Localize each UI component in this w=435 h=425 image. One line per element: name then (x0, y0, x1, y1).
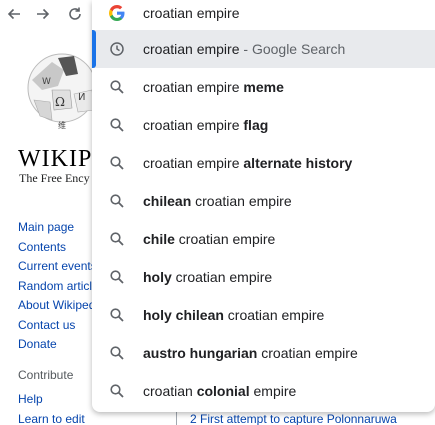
suggestion-item[interactable]: croatian empire alternate history (92, 144, 435, 182)
search-icon (110, 384, 124, 398)
suggestion-item[interactable]: austro hungarian croatian empire (92, 334, 435, 372)
wikipedia-tagline: The Free Ency (19, 171, 90, 185)
suggestion-pre: croatian empire (143, 155, 244, 171)
suggestion-item[interactable]: croatian empire meme (92, 68, 435, 106)
suggestion-suffix: - Google Search (239, 41, 346, 57)
suggestion-pre: croatian empire (143, 117, 244, 133)
svg-text:W: W (42, 77, 51, 87)
search-icon (110, 80, 124, 94)
suggestion-text: croatian empire alternate history (143, 155, 352, 171)
suggestion-text: croatian empire meme (143, 79, 284, 95)
suggestion-post: croatian empire (143, 41, 240, 57)
toc-item[interactable]: 2 First attempt to capture Polonnaruwa (190, 412, 397, 425)
suggestion-pre: croatian (143, 383, 197, 399)
search-icon (110, 346, 124, 360)
search-icon (110, 156, 124, 170)
search-icon (110, 194, 124, 208)
suggestion-item[interactable]: holy croatian empire (92, 258, 435, 296)
back-button[interactable] (3, 3, 25, 25)
suggestion-text: croatian colonial empire (143, 383, 296, 399)
wiki-contribute-nav: Help Learn to edit (18, 390, 85, 425)
suggestion-text: holy croatian empire (143, 269, 272, 285)
suggestion-bold: holy chilean (143, 307, 224, 323)
suggestion-bold: holy (143, 269, 172, 285)
nav-help[interactable]: Help (18, 390, 85, 410)
suggestion-post: croatian empire (223, 307, 325, 323)
suggestion-text: chilean croatian empire (143, 193, 292, 209)
reload-button[interactable] (64, 3, 86, 25)
svg-text:Ω: Ω (55, 95, 65, 109)
suggestion-post: croatian empire (171, 269, 273, 285)
suggestion-text: holy chilean croatian empire (143, 307, 324, 323)
suggestion-item[interactable]: croatian empire - Google Search (92, 30, 435, 68)
suggestion-bold: chilean (143, 193, 192, 209)
svg-text:И: И (78, 92, 85, 103)
back-arrow-icon (7, 8, 20, 20)
suggestion-post: croatian empire (174, 231, 276, 247)
suggestion-list: croatian empire - Google Search croatian … (92, 30, 435, 410)
history-icon (110, 42, 124, 56)
contribute-heading: Contribute (18, 368, 74, 382)
suggestion-item[interactable]: holy chilean croatian empire (92, 296, 435, 334)
suggestion-item[interactable]: croatian colonial empire (92, 372, 435, 410)
wikipedia-logo[interactable]: Ω W 维 И (22, 40, 97, 140)
search-icon (110, 270, 124, 284)
search-icon (110, 308, 124, 322)
suggestion-bold: alternate history (243, 155, 353, 171)
suggestion-bold: colonial (196, 383, 250, 399)
svg-text:维: 维 (58, 120, 66, 130)
suggestion-post: croatian empire (257, 345, 358, 361)
suggestion-bold: meme (243, 79, 284, 95)
forward-arrow-icon (37, 8, 50, 20)
suggestion-bold: flag (243, 117, 269, 133)
suggestion-item[interactable]: chilean croatian empire (92, 182, 435, 220)
suggestion-text: chile croatian empire (143, 231, 275, 247)
suggestion-text: croatian empire flag (143, 117, 268, 133)
suggestion-bold: chile (143, 231, 175, 247)
omnibox-dropdown: croatian empire - Google Searchcroatian … (92, 0, 435, 412)
suggestion-text: croatian empire - Google Search (143, 41, 345, 57)
omnibox-input-row (92, 0, 435, 28)
suggestion-text: austro hungarian croatian empire (143, 345, 358, 361)
suggestion-post: croatian empire (191, 193, 292, 209)
omnibox-input[interactable] (143, 3, 423, 23)
suggestion-post: empire (249, 383, 297, 399)
google-g-icon (109, 5, 125, 21)
nav-learn-to-edit[interactable]: Learn to edit (18, 410, 85, 425)
suggestion-item[interactable]: croatian empire flag (92, 106, 435, 144)
reload-icon (69, 7, 81, 20)
suggestion-bold: austro hungarian (143, 345, 258, 361)
suggestion-pre: croatian empire (143, 79, 244, 95)
suggestion-item[interactable]: chile croatian empire (92, 220, 435, 258)
search-icon (110, 118, 124, 132)
search-icon (110, 232, 124, 246)
forward-button[interactable] (32, 3, 54, 25)
